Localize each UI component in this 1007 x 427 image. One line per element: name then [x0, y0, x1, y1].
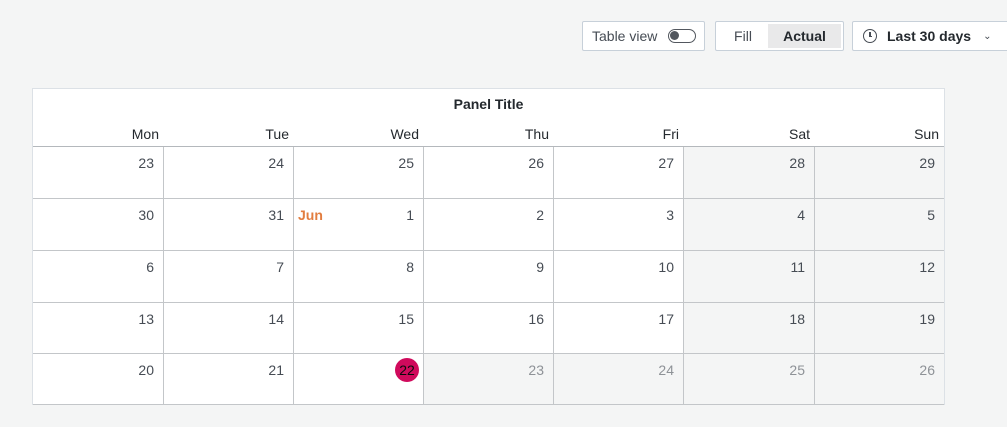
- day-number: 30: [138, 207, 154, 223]
- day-number: 3: [666, 207, 674, 223]
- calendar-day-cell[interactable]: 9: [424, 251, 554, 303]
- calendar-day-cell[interactable]: 21: [164, 354, 294, 405]
- day-number: 29: [919, 155, 935, 171]
- day-number: 8: [406, 259, 414, 275]
- day-number: 2: [536, 207, 544, 223]
- calendar-grid: 23 24 25 26 27 28 29 30 31 Jun 1 2 3 4 5 6 7 8 9 10 11 12 13 14…: [33, 146, 944, 405]
- day-number: 6: [146, 259, 154, 275]
- day-number: 27: [658, 155, 674, 171]
- day-number: 15: [398, 311, 414, 327]
- calendar-day-cell[interactable]: 25: [294, 147, 424, 199]
- today-day-number: 22: [395, 358, 419, 382]
- day-number: 24: [268, 155, 284, 171]
- day-number: 12: [919, 259, 935, 275]
- calendar-day-cell[interactable]: 13: [33, 303, 164, 354]
- fill-actual-segmented-control: Fill Actual: [715, 21, 844, 51]
- calendar-day-cell[interactable]: 22: [294, 354, 424, 405]
- time-range-picker[interactable]: Last 30 days ⌄: [852, 21, 1007, 51]
- calendar-day-cell[interactable]: 24: [554, 354, 684, 405]
- weekday-header-sun: Sun: [914, 126, 939, 142]
- day-number: 11: [790, 259, 805, 275]
- weekday-header-thu: Thu: [524, 126, 549, 142]
- weekday-header-wed: Wed: [390, 126, 419, 142]
- day-number: 31: [268, 207, 284, 223]
- day-number: 23: [138, 155, 154, 171]
- day-number: 19: [919, 311, 935, 327]
- calendar-day-cell[interactable]: 17: [554, 303, 684, 354]
- day-number: 16: [528, 311, 544, 327]
- month-label: Jun: [298, 207, 323, 223]
- day-number: 18: [789, 311, 805, 327]
- calendar-day-cell[interactable]: 28: [684, 147, 815, 199]
- time-range-label: Last 30 days: [887, 28, 972, 44]
- calendar-day-cell[interactable]: Jun 1: [294, 199, 424, 251]
- calendar-panel: Panel Title Mon Tue Wed Thu Fri Sat Sun 23 24 25…: [32, 88, 945, 405]
- dashboard-toolbar: Table view Fill Actual Last 30 days ⌄: [0, 21, 1007, 53]
- calendar-day-cell[interactable]: 20: [33, 354, 164, 405]
- calendar-day-cell[interactable]: 12: [815, 251, 944, 303]
- day-number: 9: [536, 259, 544, 275]
- calendar-day-cell[interactable]: 23: [424, 354, 554, 405]
- day-number: 21: [268, 362, 284, 378]
- fill-button[interactable]: Fill: [718, 24, 768, 48]
- day-number: 26: [528, 155, 544, 171]
- day-number: 20: [138, 362, 154, 378]
- calendar-day-cell[interactable]: 8: [294, 251, 424, 303]
- calendar-day-cell[interactable]: 19: [815, 303, 944, 354]
- clock-icon: [863, 29, 877, 43]
- actual-button[interactable]: Actual: [768, 24, 841, 48]
- calendar-day-cell[interactable]: 10: [554, 251, 684, 303]
- weekday-header-tue: Tue: [265, 126, 289, 142]
- day-number: 26: [919, 362, 935, 378]
- calendar-day-cell[interactable]: 27: [554, 147, 684, 199]
- calendar-day-cell[interactable]: 7: [164, 251, 294, 303]
- table-view-toggle[interactable]: Table view: [582, 21, 705, 51]
- calendar-day-cell[interactable]: 31: [164, 199, 294, 251]
- weekday-header-mon: Mon: [131, 126, 159, 142]
- calendar-day-cell[interactable]: 23: [33, 147, 164, 199]
- day-number: 10: [658, 259, 674, 275]
- weekday-header-sat: Sat: [788, 126, 810, 142]
- calendar-day-cell[interactable]: 14: [164, 303, 294, 354]
- calendar-day-cell[interactable]: 18: [684, 303, 815, 354]
- day-number: 13: [138, 311, 154, 327]
- day-number: 25: [398, 155, 414, 171]
- chevron-down-icon: ⌄: [983, 30, 992, 42]
- day-number: 7: [276, 259, 284, 275]
- table-view-switch[interactable]: [668, 29, 696, 43]
- calendar-day-cell[interactable]: 25: [684, 354, 815, 405]
- day-number: 5: [927, 207, 935, 223]
- table-view-label: Table view: [592, 28, 658, 44]
- calendar-day-cell[interactable]: 26: [424, 147, 554, 199]
- day-number: 24: [658, 362, 674, 378]
- calendar-day-cell[interactable]: 24: [164, 147, 294, 199]
- day-number: 4: [797, 207, 805, 223]
- day-number: 25: [789, 362, 805, 378]
- calendar-day-cell[interactable]: 16: [424, 303, 554, 354]
- day-number: 1: [406, 207, 414, 223]
- weekday-header-fri: Fri: [662, 126, 679, 142]
- calendar-day-cell[interactable]: 29: [815, 147, 944, 199]
- day-number: 23: [528, 362, 544, 378]
- calendar-day-cell[interactable]: 30: [33, 199, 164, 251]
- day-number: 17: [658, 311, 674, 327]
- calendar-day-cell[interactable]: 26: [815, 354, 944, 405]
- calendar-day-cell[interactable]: 6: [33, 251, 164, 303]
- calendar-day-cell[interactable]: 15: [294, 303, 424, 354]
- day-number: 14: [268, 311, 284, 327]
- panel-title[interactable]: Panel Title: [33, 96, 944, 112]
- calendar-day-cell[interactable]: 5: [815, 199, 944, 251]
- day-number: 28: [789, 155, 805, 171]
- switch-knob: [670, 31, 679, 40]
- calendar-day-cell[interactable]: 3: [554, 199, 684, 251]
- calendar-day-cell[interactable]: 11: [684, 251, 815, 303]
- calendar-day-cell[interactable]: 2: [424, 199, 554, 251]
- calendar-day-cell[interactable]: 4: [684, 199, 815, 251]
